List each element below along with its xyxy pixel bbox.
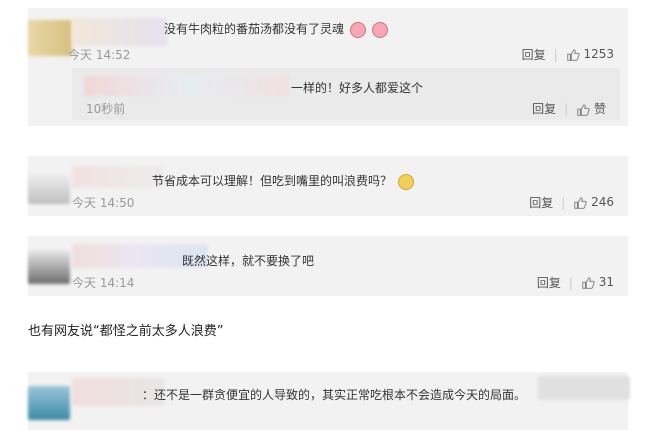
thumbs-up-icon	[566, 49, 580, 61]
comment-text: 既然这样，就不要换了吧	[182, 254, 315, 268]
reply-button[interactable]: 回复	[532, 100, 556, 117]
avatar[interactable]	[28, 170, 70, 204]
comment-text: 节省成本可以理解！但吃到嘴里的叫浪费吗？	[152, 172, 414, 190]
reply-button[interactable]: 回复	[529, 194, 553, 211]
like-label: 赞	[593, 102, 606, 116]
actions-divider: |	[564, 101, 569, 116]
thumbs-up-icon	[577, 103, 590, 116]
comment-card: 既然这样，就不要换了吧 今天 14:14 回复 | 31	[28, 236, 628, 296]
avatar[interactable]	[28, 250, 70, 284]
comment-time: 今天 14:52	[68, 48, 131, 62]
laughing-crying-emoji-icon	[371, 21, 388, 38]
like-count: 1253	[583, 47, 614, 62]
avatar[interactable]	[28, 20, 72, 56]
like-button[interactable]: 1253	[566, 47, 614, 62]
laughing-crying-emoji-icon	[349, 21, 366, 38]
like-count: 246	[591, 195, 614, 210]
comment-actions: 回复 | 31	[537, 274, 614, 291]
comment-actions: 回复 | 1253	[522, 46, 614, 63]
reply-button[interactable]: 回复	[537, 274, 561, 291]
article-paragraph: 也有网友说“都怪之前太多人浪费”	[28, 324, 224, 339]
comment-card: ：还不是一群贪便宜的人导致的，其实正常吃根本不会造成今天的局面。	[28, 372, 630, 430]
reply-actions: 回复 | 赞	[532, 100, 606, 117]
avatar[interactable]	[28, 386, 70, 420]
laughing-crying-emoji-icon	[397, 173, 414, 190]
comment-card: 节省成本可以理解！但吃到嘴里的叫浪费吗？ 今天 14:50 回复 | 246	[28, 156, 628, 216]
like-button[interactable]: 31	[581, 275, 614, 290]
thumbs-up-icon	[582, 277, 595, 289]
like-button[interactable]: 246	[573, 195, 614, 210]
reply-username-blur[interactable]	[84, 76, 289, 96]
comment-time: 今天 14:50	[72, 196, 135, 210]
comment-text: ：还不是一群贪便宜的人导致的，其实正常吃根本不会造成今天的局面。	[142, 388, 527, 402]
reply-button[interactable]: 回复	[522, 46, 546, 63]
content-blur	[538, 376, 630, 400]
actions-divider: |	[561, 195, 566, 210]
actions-divider: |	[553, 47, 558, 62]
comment-actions: 回复 | 246	[529, 194, 614, 211]
comment-time: 今天 14:14	[72, 276, 135, 290]
reply-time: 10秒前	[86, 102, 126, 116]
username-blur[interactable]	[72, 18, 167, 46]
like-button[interactable]: 赞	[576, 100, 606, 117]
actions-divider: |	[568, 275, 573, 290]
thumbs-up-icon	[574, 197, 587, 209]
nested-reply: 一样的！好多人都爱这个 10秒前 回复 | 赞	[72, 68, 620, 120]
reply-text: 一样的！好多人都爱这个	[291, 81, 424, 95]
comment-card: 没有牛肉粒的番茄汤都没有了灵魂 今天 14:52 回复 | 1253 一样的！好…	[28, 8, 628, 126]
comment-text: 没有牛肉粒的番茄汤都没有了灵魂	[164, 20, 388, 38]
like-count: 31	[598, 275, 614, 290]
username-blur[interactable]	[72, 166, 164, 188]
